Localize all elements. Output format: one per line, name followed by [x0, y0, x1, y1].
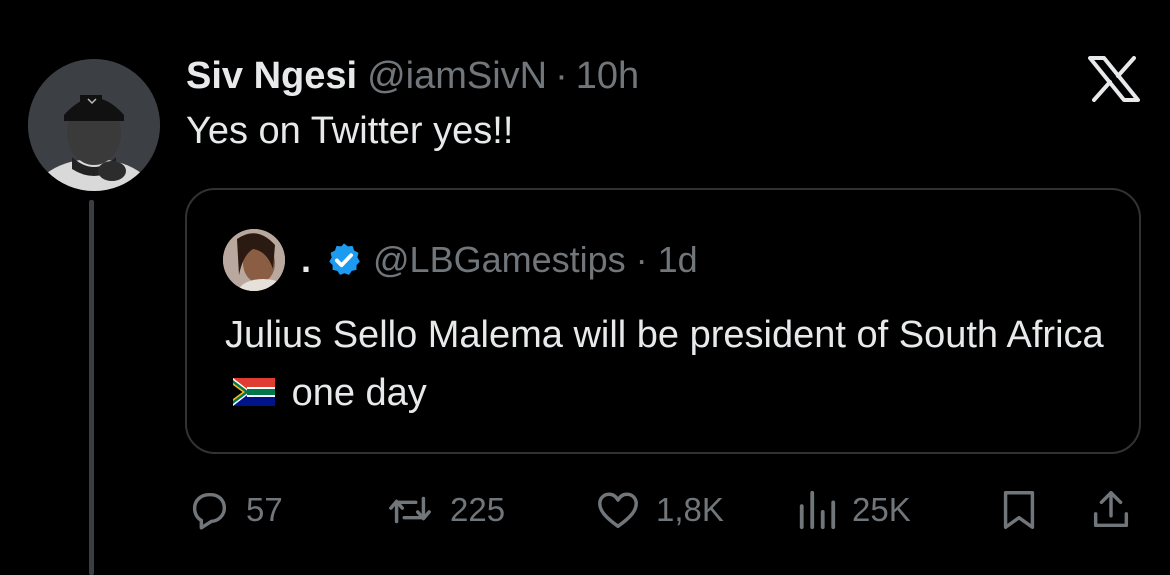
- like-button[interactable]: 1,8K: [594, 480, 724, 540]
- share-icon: [1093, 491, 1129, 528]
- quoted-tweet-header: . @LBGamestips · 1d: [223, 228, 698, 292]
- x-logo-icon[interactable]: [1088, 56, 1140, 102]
- repost-count: 225: [450, 491, 506, 528]
- views-icon: [799, 490, 836, 530]
- share-button[interactable]: [1088, 480, 1134, 540]
- author-avatar[interactable]: [28, 59, 160, 191]
- reply-button[interactable]: 57: [186, 480, 283, 540]
- tweet-action-bar: 57 225 1,8K 25K: [0, 480, 1170, 540]
- quoted-tweet-text: Julius Sello Malema will be president of…: [225, 306, 1105, 422]
- tweet-header: Siv Ngesi @iamSivN · 10h: [186, 48, 639, 104]
- quoted-author-handle[interactable]: @LBGamestips: [373, 239, 626, 281]
- repost-button[interactable]: 225: [384, 480, 505, 540]
- quoted-tweet-timestamp[interactable]: 1d: [658, 239, 698, 281]
- tweet-timestamp[interactable]: 10h: [576, 55, 639, 98]
- reply-icon: [192, 492, 227, 530]
- reply-count: 57: [246, 491, 283, 528]
- bookmark-button[interactable]: [996, 480, 1042, 540]
- heart-icon: [598, 492, 638, 529]
- quoted-author-avatar[interactable]: [223, 229, 285, 291]
- south-africa-flag-icon: [233, 377, 275, 406]
- quoted-tweet-card[interactable]: . @LBGamestips · 1d Julius Sello Malema …: [185, 188, 1141, 454]
- quoted-header-separator: ·: [635, 239, 648, 280]
- repost-icon: [389, 496, 431, 524]
- author-display-name[interactable]: Siv Ngesi: [186, 55, 357, 98]
- author-handle[interactable]: @iamSivN: [367, 55, 547, 98]
- views-button[interactable]: 25K: [796, 480, 911, 540]
- quoted-author-display-name[interactable]: .: [301, 239, 311, 281]
- tweet-text: Yes on Twitter yes!!: [186, 110, 514, 152]
- bookmark-icon: [1003, 491, 1035, 529]
- header-separator: ·: [555, 54, 568, 97]
- view-count: 25K: [852, 491, 911, 528]
- quoted-text-part-1: Julius Sello Malema will be president of…: [225, 314, 1104, 356]
- verified-badge-icon: [329, 243, 360, 275]
- quoted-text-part-2: one day: [291, 372, 427, 414]
- like-count: 1,8K: [656, 491, 724, 528]
